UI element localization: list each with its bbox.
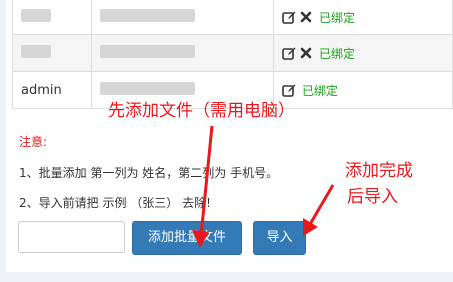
- bound-status: 已绑定: [319, 46, 356, 61]
- row-actions: 已绑定: [282, 9, 444, 26]
- row-actions: 已绑定: [282, 82, 444, 99]
- annotation-import-line2: 后导入: [347, 187, 398, 207]
- account-cell: [91, 34, 274, 72]
- edit-icon[interactable]: [282, 10, 296, 24]
- actions-cell: 已绑定: [273, 0, 453, 35]
- name-cell: [12, 0, 92, 35]
- blurred-name: [21, 44, 51, 58]
- delete-x-icon[interactable]: [299, 46, 313, 60]
- notice-line-2: 2、导入前请把 示例 （张三） 去除!: [19, 196, 211, 210]
- annotation-import-line1: 添加完成: [345, 161, 413, 181]
- add-batch-file-button[interactable]: 添加批量文件: [132, 221, 242, 255]
- actions-cell: 已绑定: [273, 34, 453, 72]
- actions-cell: 已绑定: [273, 71, 453, 109]
- edit-icon[interactable]: [282, 46, 296, 60]
- notice-line-1: 1、批量添加 第一列为 姓名，第二列为 手机号。: [19, 166, 279, 180]
- blurred-account: [100, 44, 195, 58]
- annotation-add-file: 先添加文件（需用电脑）: [108, 101, 295, 121]
- import-button[interactable]: 导入: [253, 221, 306, 255]
- table-row: 已绑定: [12, 0, 453, 35]
- name-cell: admin: [12, 71, 92, 109]
- account-cell: [91, 0, 274, 35]
- edit-icon[interactable]: [282, 83, 296, 97]
- blurred-account: [100, 81, 195, 95]
- blurred-account: [100, 8, 195, 22]
- notice-title: 注意:: [19, 135, 48, 149]
- row-actions: 已绑定: [282, 45, 444, 62]
- file-input[interactable]: [18, 221, 125, 253]
- delete-x-icon[interactable]: [299, 10, 313, 24]
- bound-status: 已绑定: [319, 10, 356, 25]
- blurred-name: [21, 8, 51, 22]
- binding-table: 已绑定 已绑定 admin 已绑定: [12, 0, 453, 109]
- name-cell: [12, 34, 92, 72]
- bound-status: 已绑定: [302, 83, 339, 98]
- table-row: 已绑定: [12, 34, 453, 72]
